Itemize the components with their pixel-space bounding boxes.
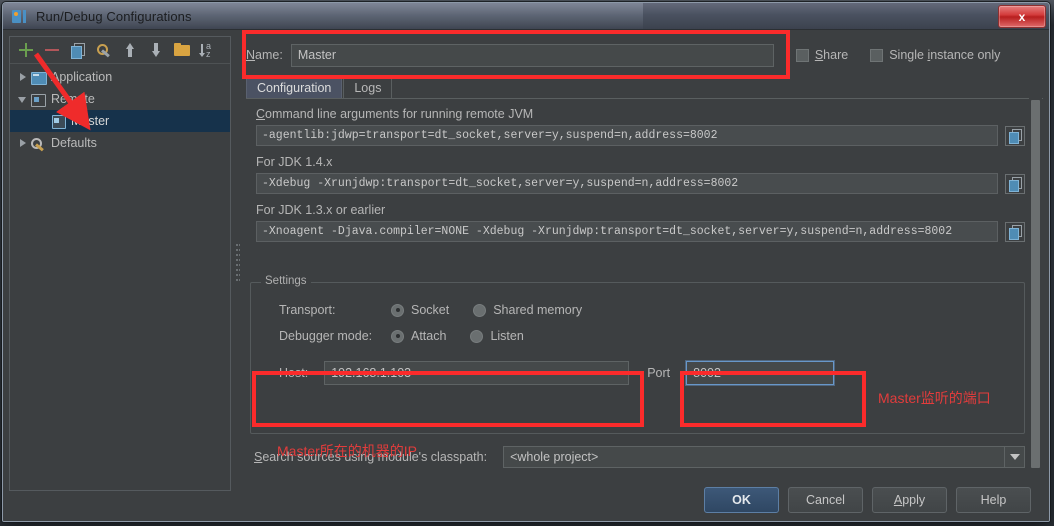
host-input[interactable] — [324, 361, 630, 385]
edit-templates-icon[interactable] — [96, 42, 112, 58]
chevron-right-icon[interactable] — [16, 70, 30, 84]
dialog-button-bar: OK Cancel Apply Help — [3, 477, 1049, 521]
ok-button[interactable]: OK — [704, 487, 779, 513]
share-label: Share — [814, 48, 849, 62]
editor-tabs: Configuration Logs — [246, 76, 1043, 99]
jdk13-value[interactable]: -Xnoagent -Djava.compiler=NONE -Xdebug -… — [256, 221, 998, 242]
name-input[interactable] — [290, 43, 774, 67]
search-sources-row: Search sources using module's classpath:… — [254, 446, 1025, 468]
checkbox-icon — [795, 48, 809, 62]
tree-item-remote[interactable]: Remote — [10, 88, 230, 110]
settings-legend: Settings — [261, 275, 311, 287]
search-sources-label: Search sources using module's classpath: — [254, 450, 488, 464]
tree-item-label: Application — [51, 70, 113, 84]
apply-button[interactable]: Apply — [872, 487, 947, 513]
search-sources-value: <whole project> — [510, 450, 599, 464]
search-sources-select[interactable]: <whole project> — [503, 446, 1025, 468]
tree-toolbar: az — [10, 37, 230, 63]
remote-config-icon — [50, 114, 66, 129]
radio-icon — [470, 329, 484, 343]
tree-item-defaults[interactable]: Defaults — [10, 132, 230, 154]
remove-icon[interactable] — [44, 42, 60, 58]
transport-option-shared-memory[interactable]: Shared memory — [473, 303, 582, 317]
debugger-mode-option-label: Attach — [411, 329, 447, 343]
port-label: Port — [647, 366, 671, 380]
dialog-title: Run/Debug Configurations — [36, 8, 192, 24]
jdk14-value[interactable]: -Xdebug -Xrunjdwp:transport=dt_socket,se… — [256, 173, 998, 194]
close-icon[interactable]: x — [998, 5, 1046, 28]
chevron-right-icon[interactable] — [16, 136, 30, 150]
jdk14-row: -Xdebug -Xrunjdwp:transport=dt_socket,se… — [256, 173, 1025, 194]
move-up-icon[interactable] — [122, 42, 138, 58]
checkbox-icon — [870, 48, 884, 62]
single-instance-only-checkbox[interactable]: Single instance only — [870, 48, 1000, 62]
host-port-row: Host: Port — [279, 361, 1014, 385]
cmdline-label: Command line arguments for running remot… — [256, 107, 534, 121]
jdk13-label: For JDK 1.3.x or earlier — [256, 203, 386, 217]
host-label: Host: — [279, 366, 309, 380]
remote-icon — [30, 92, 46, 107]
sort-configurations-icon[interactable]: az — [199, 42, 216, 59]
panel-splitter[interactable] — [234, 36, 242, 491]
scrollbar-thumb[interactable] — [1031, 100, 1040, 468]
radio-icon — [391, 303, 404, 317]
move-down-icon[interactable] — [148, 42, 164, 58]
debugger-mode-option-label: Listen — [490, 329, 524, 343]
radio-icon — [391, 329, 404, 343]
tree-item-label: Defaults — [51, 136, 97, 150]
configuration-pane-scrollbar[interactable] — [1029, 98, 1042, 489]
configuration-tab-pane: Command line arguments for running remot… — [246, 98, 1025, 491]
tree-item-label: Remote — [51, 92, 95, 106]
tree-item-application[interactable]: Application — [10, 66, 230, 88]
tab-logs[interactable]: Logs — [343, 77, 393, 98]
defaults-icon — [30, 136, 46, 151]
debugger-mode-label: Debugger mode: — [279, 329, 373, 343]
configurations-tree-panel: az Application Remote Master Defaults — [9, 36, 231, 491]
copy-configuration-icon[interactable] — [70, 42, 86, 59]
add-icon[interactable] — [18, 42, 34, 58]
debugger-mode-row: Debugger mode: Attach Listen — [279, 323, 1024, 349]
copy-to-clipboard-icon[interactable] — [1005, 173, 1025, 194]
name-row: Name: Share Single instance only — [246, 40, 1043, 70]
transport-option-label: Socket — [411, 303, 450, 317]
tab-configuration[interactable]: Configuration — [246, 77, 343, 98]
run-debug-configurations-dialog: Run/Debug Configurations x az Applicatio… — [2, 2, 1050, 522]
chevron-down-icon[interactable] — [16, 92, 30, 106]
transport-label: Transport: — [279, 303, 336, 317]
name-label: Name: — [246, 48, 283, 62]
copy-to-clipboard-icon[interactable] — [1005, 125, 1025, 146]
dialog-content: az Application Remote Master Defaults Na… — [3, 30, 1049, 521]
radio-icon — [473, 303, 487, 317]
debugger-mode-option-listen[interactable]: Listen — [470, 329, 524, 343]
jdk13-row: -Xnoagent -Djava.compiler=NONE -Xdebug -… — [256, 221, 1025, 242]
jdk14-label: For JDK 1.4.x — [256, 155, 333, 169]
configurations-tree: Application Remote Master Defaults — [10, 63, 230, 489]
cmdline-value[interactable]: -agentlib:jdwp=transport=dt_socket,serve… — [256, 125, 998, 146]
help-button[interactable]: Help — [956, 487, 1031, 513]
cancel-button[interactable]: Cancel — [788, 487, 863, 513]
debugger-mode-option-attach[interactable]: Attach — [391, 329, 446, 343]
new-folder-icon[interactable] — [174, 42, 190, 58]
port-input[interactable] — [686, 361, 835, 385]
share-checkbox[interactable]: Share — [795, 48, 849, 62]
transport-row: Transport: Socket Shared memory — [279, 297, 1024, 323]
configuration-editor-panel: Name: Share Single instance only Configu… — [246, 36, 1043, 491]
cmdline-row: -agentlib:jdwp=transport=dt_socket,serve… — [256, 125, 1025, 146]
transport-option-label: Shared memory — [493, 303, 583, 317]
transport-option-socket[interactable]: Socket — [391, 303, 449, 317]
single-instance-label: Single instance only — [889, 48, 1001, 62]
splitter-grip-icon — [236, 243, 240, 284]
settings-group: Settings Transport: Socket Shared memory — [250, 275, 1025, 434]
application-icon — [30, 70, 47, 85]
chevron-down-icon[interactable] — [1004, 447, 1024, 467]
copy-to-clipboard-icon[interactable] — [1005, 221, 1025, 242]
tree-item-master[interactable]: Master — [10, 110, 230, 132]
dialog-title-bar: Run/Debug Configurations x — [3, 3, 1049, 30]
intellij-idea-icon — [12, 9, 29, 24]
tree-item-label: Master — [71, 114, 110, 128]
